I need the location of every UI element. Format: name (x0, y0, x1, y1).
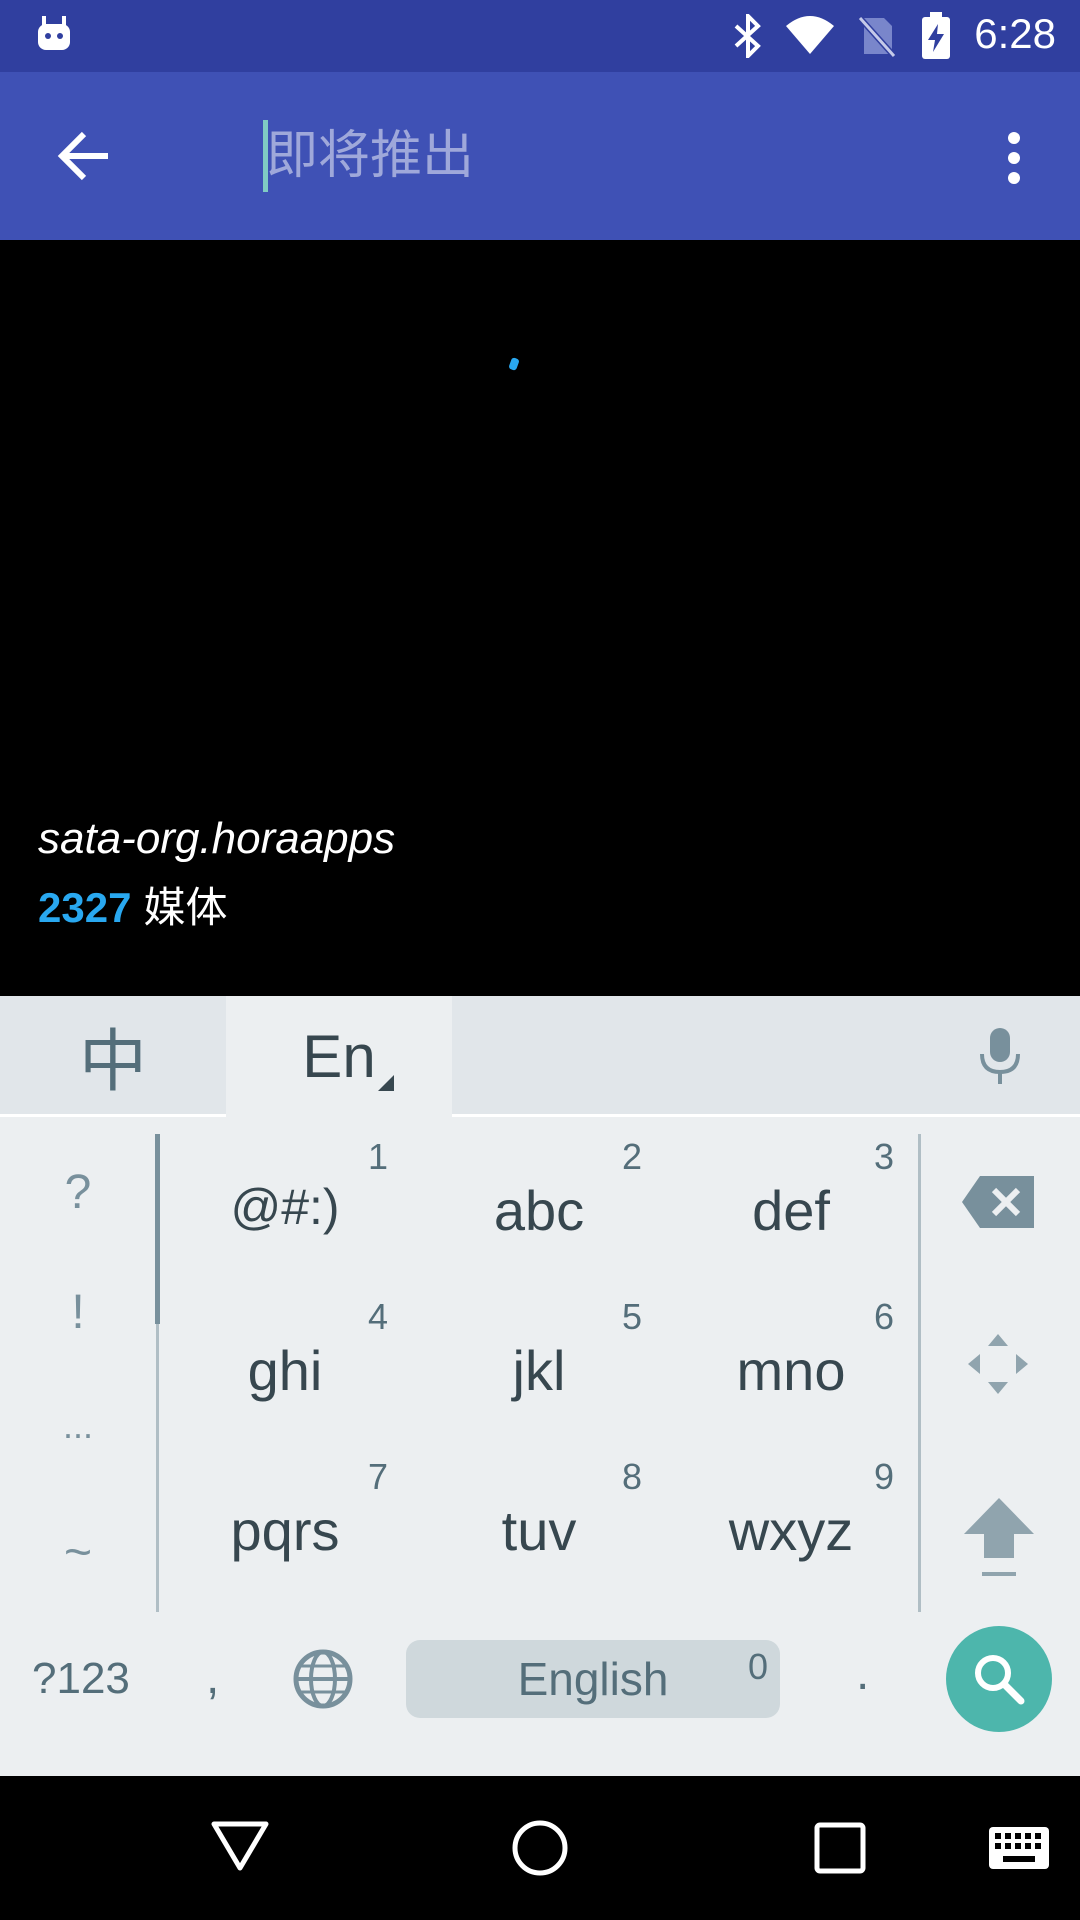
symbol-key[interactable]: ? (0, 1165, 156, 1220)
key-9[interactable]: wxyz 9 (666, 1438, 916, 1588)
nav-recents-icon[interactable] (814, 1822, 866, 1874)
key-number: 5 (621, 1296, 642, 1337)
key-number: 3 (873, 1136, 894, 1177)
key-5[interactable]: jkl 5 (414, 1278, 664, 1428)
key-label: pqrs (230, 1499, 340, 1562)
keyboard-switch-icon[interactable] (988, 1826, 1050, 1870)
key-label: @#:) (230, 1179, 340, 1235)
navigation-bar (0, 1776, 1080, 1920)
status-time: 6:28 (974, 10, 1056, 57)
key-label: mno (736, 1339, 846, 1402)
key-label: jkl (512, 1339, 566, 1402)
key-number: 4 (367, 1296, 388, 1337)
media-count-label: 媒体 (143, 884, 228, 931)
media-count: 2327 媒体 (38, 874, 227, 935)
space-bar[interactable]: English 0 (406, 1640, 780, 1718)
key-3[interactable]: def 3 (666, 1118, 916, 1268)
cursor-move-icon[interactable] (966, 1332, 1030, 1396)
nav-home-icon[interactable] (510, 1818, 570, 1878)
key-number: 8 (621, 1456, 642, 1497)
microphone-icon[interactable] (970, 1026, 1030, 1086)
symbols-key[interactable]: ?123 (32, 1654, 130, 1704)
media-count-number: 2327 (38, 884, 132, 931)
key-label: wxyz (728, 1499, 854, 1562)
globe-icon[interactable] (292, 1648, 354, 1710)
key-label: abc (493, 1179, 585, 1242)
nav-back-icon[interactable] (210, 1818, 270, 1874)
key-number: 9 (873, 1456, 894, 1497)
no-sim-icon (857, 15, 896, 58)
symbol-column[interactable]: ? ! ... ~ (0, 1117, 156, 1617)
bluetooth-icon (734, 14, 761, 58)
backspace-icon[interactable] (962, 1174, 1036, 1230)
symbol-key[interactable]: ~ (0, 1525, 156, 1580)
search-icon (975, 1655, 1025, 1705)
space-bar-label: English (517, 1653, 669, 1705)
status-bar: 6:28 (0, 0, 1080, 72)
key-number: 2 (621, 1136, 642, 1177)
search-button[interactable] (946, 1626, 1052, 1732)
space-bar-number: 0 (747, 1646, 768, 1687)
shift-icon[interactable] (962, 1496, 1036, 1580)
key-label: ghi (247, 1339, 323, 1402)
key-number: 6 (873, 1296, 894, 1337)
symbol-key[interactable]: ! (0, 1285, 156, 1340)
key-number: 1 (367, 1136, 388, 1177)
keyboard-bottom-row: ?123 , English 0 . (0, 1616, 1080, 1776)
tab-chinese[interactable]: 中 (0, 996, 226, 1114)
battery-charging-icon (922, 12, 950, 59)
key-8[interactable]: tuv 8 (414, 1438, 664, 1588)
tab-english-label: En (302, 1023, 376, 1090)
symbol-key[interactable]: ... (0, 1405, 156, 1447)
column-divider (918, 1134, 921, 1612)
search-input[interactable] (266, 116, 906, 196)
more-options-icon[interactable] (1000, 130, 1028, 186)
key-2[interactable]: abc 2 (414, 1118, 664, 1268)
back-arrow-icon[interactable] (56, 130, 112, 182)
comma-key[interactable]: , (206, 1650, 219, 1705)
tab-english[interactable]: En (226, 996, 452, 1117)
key-label: tuv (501, 1499, 577, 1562)
android-debug-icon (38, 16, 70, 50)
key-number: 7 (367, 1456, 388, 1497)
tab-english-indicator-icon (378, 1075, 394, 1091)
album-name[interactable]: sata-org.horaapps (38, 814, 395, 864)
wifi-icon (786, 16, 834, 54)
key-6[interactable]: mno 6 (666, 1278, 916, 1428)
keyboard: 中 En ? ! ... ~ @#:) 1 abc 2 def 3 ghi 4 … (0, 996, 1080, 1776)
media-content: sata-org.horaapps 2327 媒体 (0, 240, 1080, 996)
key-7[interactable]: pqrs 7 (160, 1438, 410, 1588)
key-1[interactable]: @#:) 1 (160, 1118, 410, 1268)
period-key[interactable]: . (856, 1646, 869, 1701)
key-label: def (752, 1179, 830, 1242)
key-4[interactable]: ghi 4 (160, 1278, 410, 1428)
loading-spinner (508, 356, 520, 372)
app-bar (0, 72, 1080, 240)
keyboard-toolbar: 中 En (0, 996, 1080, 1117)
